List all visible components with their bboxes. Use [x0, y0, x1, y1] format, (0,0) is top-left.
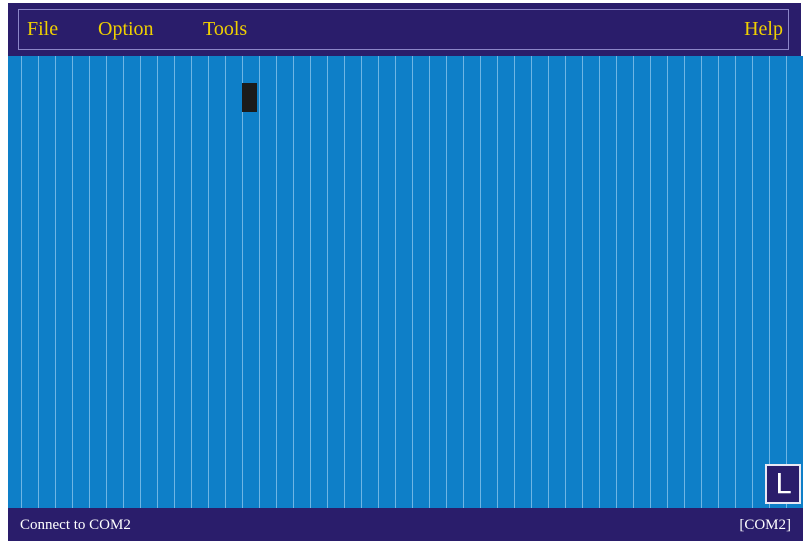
- connection-status-message: Connect to COM2: [20, 517, 131, 533]
- menu-help[interactable]: Help: [744, 17, 783, 41]
- terminal-app-window: File Option Tools Help L Connect to COM2…: [0, 0, 803, 541]
- menu-option[interactable]: Option: [98, 17, 154, 41]
- menu-file[interactable]: File: [27, 17, 58, 41]
- text-cursor: [242, 83, 257, 112]
- status-bar: Connect to COM2 [COM2]: [8, 508, 803, 541]
- menu-tools[interactable]: Tools: [203, 17, 247, 41]
- mode-indicator-badge[interactable]: L: [765, 464, 801, 504]
- terminal-screen[interactable]: L: [8, 56, 803, 508]
- port-indicator: [COM2]: [739, 517, 791, 533]
- menu-bar: File Option Tools Help: [8, 3, 801, 56]
